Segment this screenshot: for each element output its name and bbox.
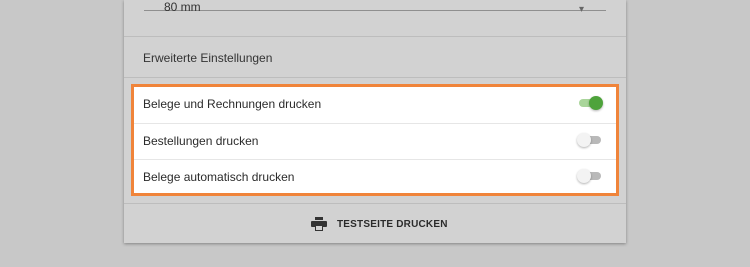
select-underline: 80 mm ▾ (144, 0, 606, 15)
setting-row-auto-print[interactable]: Belege automatisch drucken (134, 159, 616, 195)
toggle-thumb (589, 96, 603, 110)
setting-row-orders[interactable]: Bestellungen drucken (134, 123, 616, 159)
toggle-thumb (577, 133, 591, 147)
section-title: Erweiterte Einstellungen (143, 51, 273, 65)
setting-label: Bestellungen drucken (143, 134, 259, 148)
receipts-invoices-toggle[interactable] (579, 96, 603, 110)
setting-label: Belege automatisch drucken (143, 170, 295, 184)
setting-label: Belege und Rechnungen drucken (143, 97, 322, 111)
paper-width-select[interactable]: 80 mm ▾ (124, 0, 626, 37)
chevron-down-icon: ▾ (578, 4, 584, 15)
setting-row-receipts-invoices[interactable]: Belege und Rechnungen drucken (134, 87, 616, 122)
print-options-group: Belege und Rechnungen drucken Bestellung… (131, 84, 619, 196)
card-footer: TESTSEITE DRUCKEN (124, 203, 626, 244)
printer-icon (311, 217, 327, 231)
advanced-settings-header: Erweiterte Einstellungen (124, 37, 626, 78)
auto-print-toggle[interactable] (577, 169, 601, 183)
orders-toggle[interactable] (577, 133, 601, 147)
select-value: 80 mm (164, 0, 201, 14)
print-test-page-label: TESTSEITE DRUCKEN (337, 218, 448, 230)
toggle-thumb (577, 169, 591, 183)
print-test-page-button[interactable]: TESTSEITE DRUCKEN (311, 214, 448, 234)
